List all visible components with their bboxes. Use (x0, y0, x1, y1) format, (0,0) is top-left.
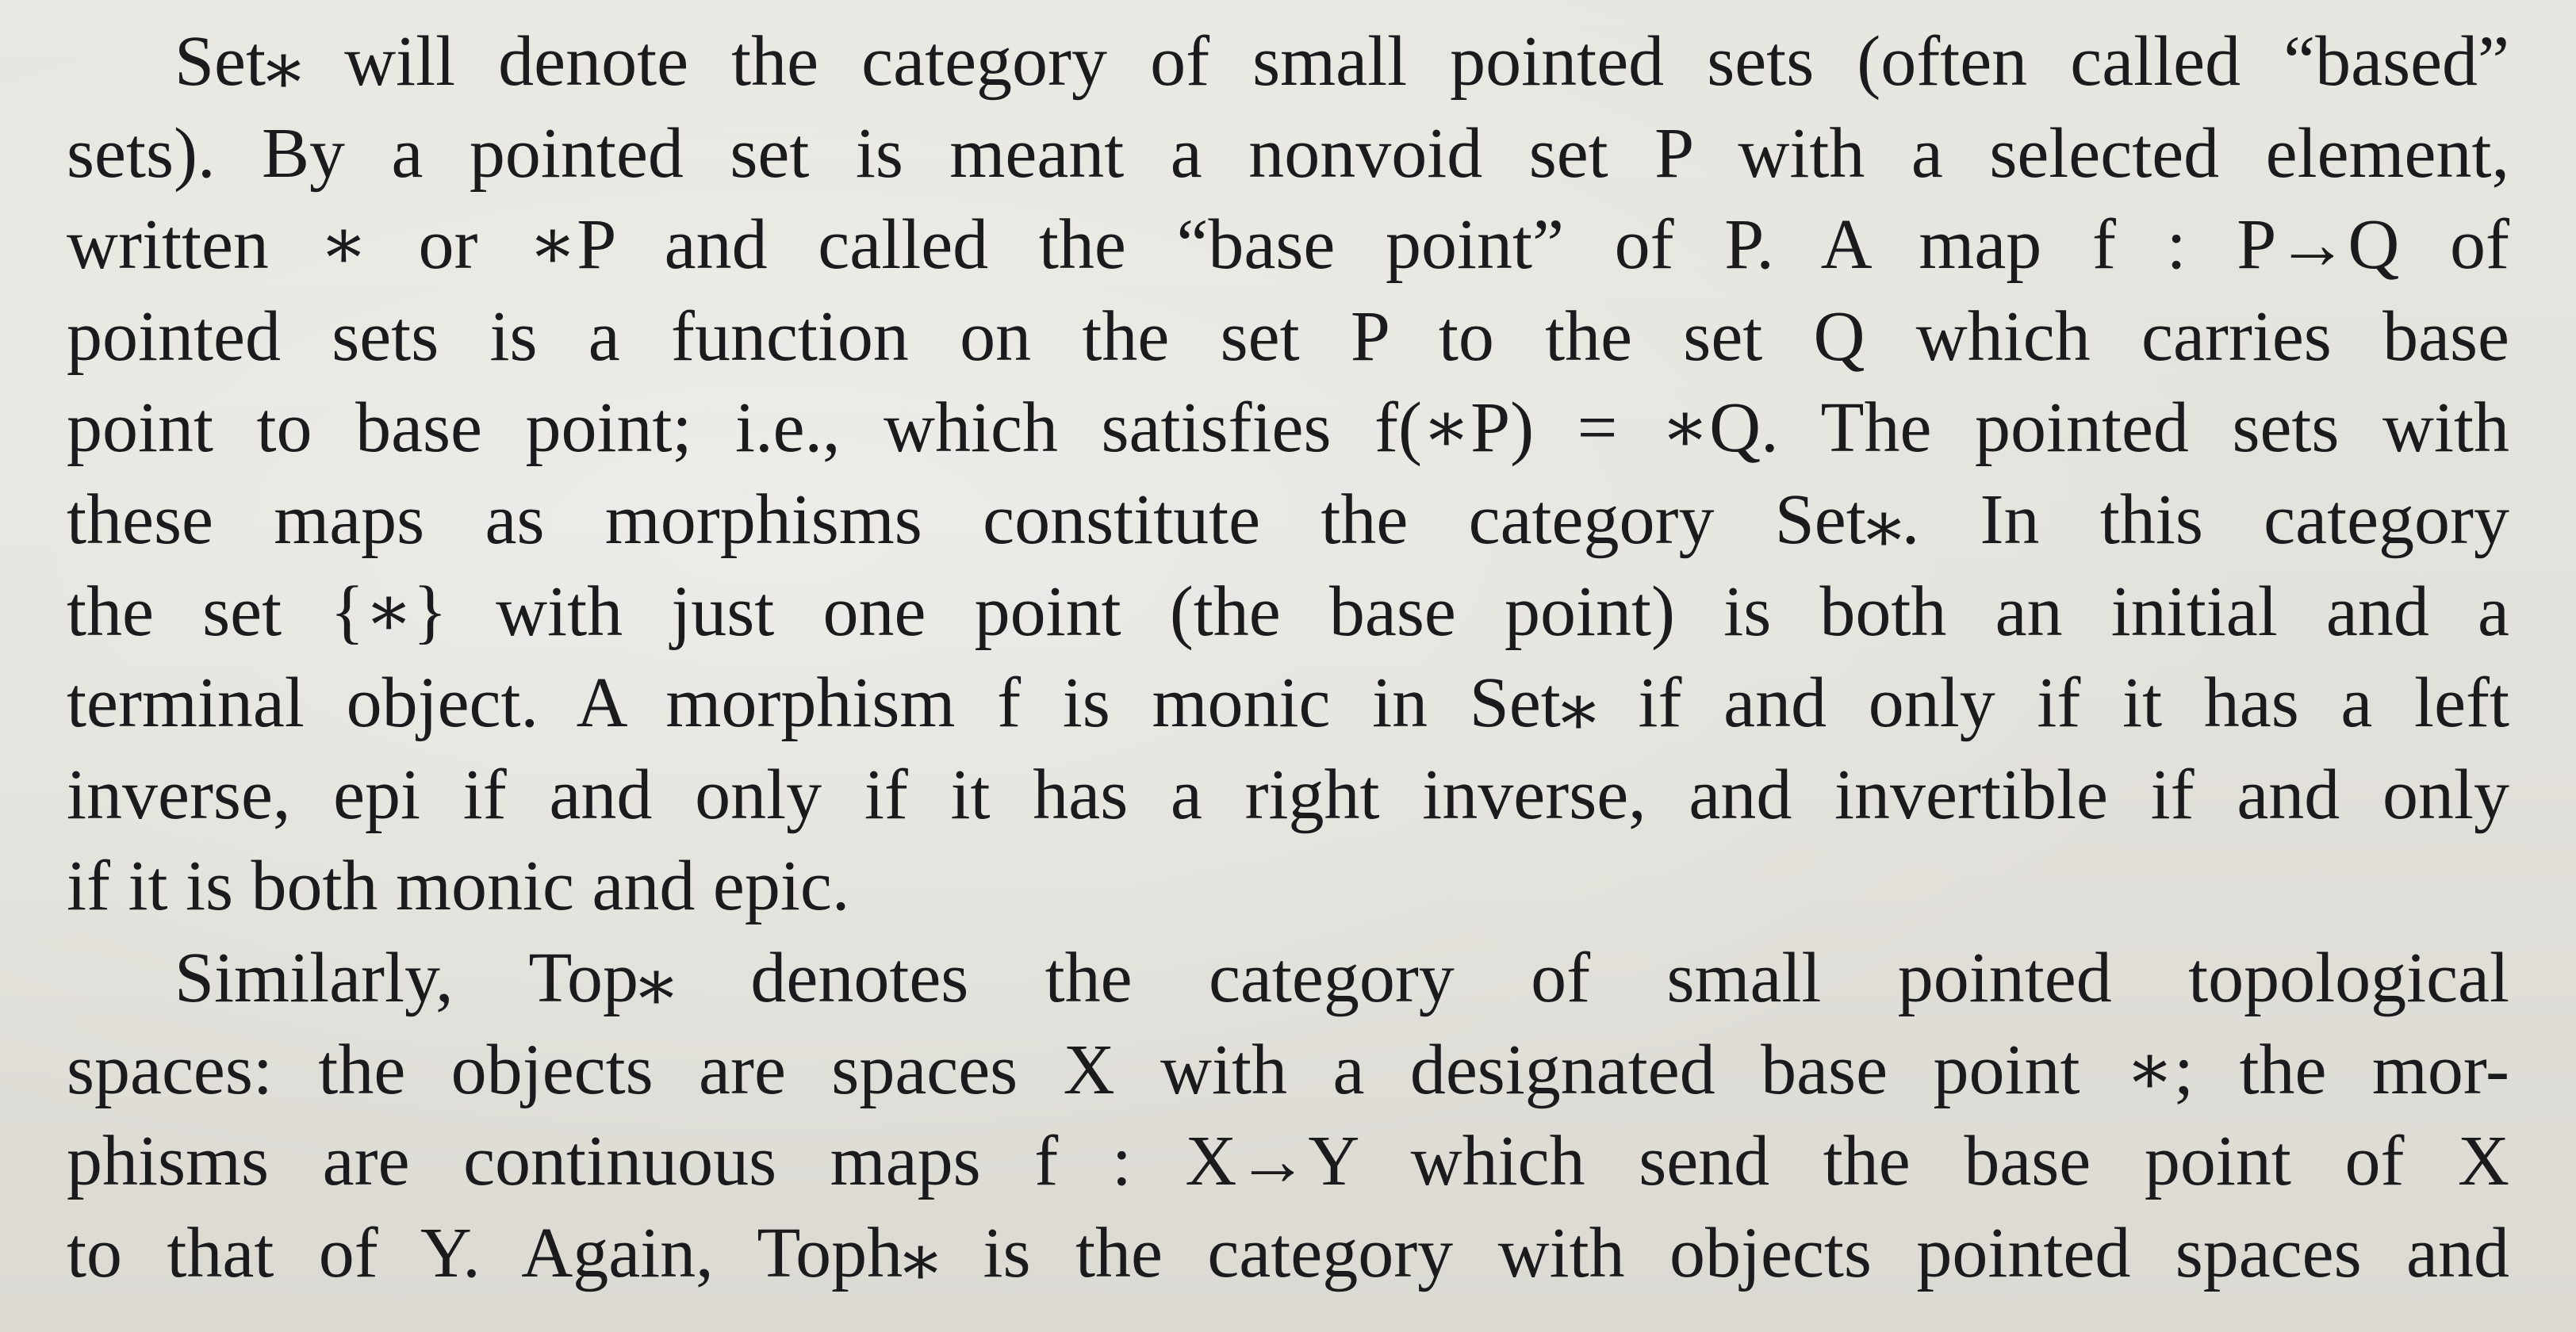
text-line: written ∗ or ∗P and called the “base poi… (67, 205, 2509, 285)
text-line: sets). By a pointed set is meant a nonvo… (67, 113, 2509, 193)
page-text: Set⁎ will denote the category of small p… (67, 16, 2509, 1299)
text-line: point to base point; i.e., which satisfi… (67, 388, 2509, 468)
text-line: if it is both monic and epic. (67, 847, 850, 926)
text-line: inverse, epi if and only if it has a rig… (67, 755, 2509, 834)
paragraph-pointed-spaces: Similarly, Top⁎ denotes the category of … (67, 932, 2509, 1299)
text-line: the set {∗} with just one point (the bas… (67, 572, 2509, 651)
paragraph-pointed-sets: Set⁎ will denote the category of small p… (67, 16, 2509, 932)
text-line: to that of Y. Again, Toph⁎ is the catego… (67, 1213, 2509, 1292)
text-line: terminal object. A morphism f is monic i… (67, 664, 2509, 743)
text-line: Similarly, Top⁎ denotes the category of … (174, 938, 2509, 1017)
text-line: Set⁎ will denote the category of small p… (174, 22, 2509, 101)
text-line: spaces: the objects are spaces X with a … (67, 1030, 2509, 1109)
book-page: Set⁎ will denote the category of small p… (0, 0, 2576, 1332)
text-line: phisms are continuous maps f : X→Y which… (67, 1122, 2509, 1201)
text-line: these maps as morphisms constitute the c… (67, 480, 2509, 559)
text-line: pointed sets is a function on the set P … (67, 297, 2509, 376)
